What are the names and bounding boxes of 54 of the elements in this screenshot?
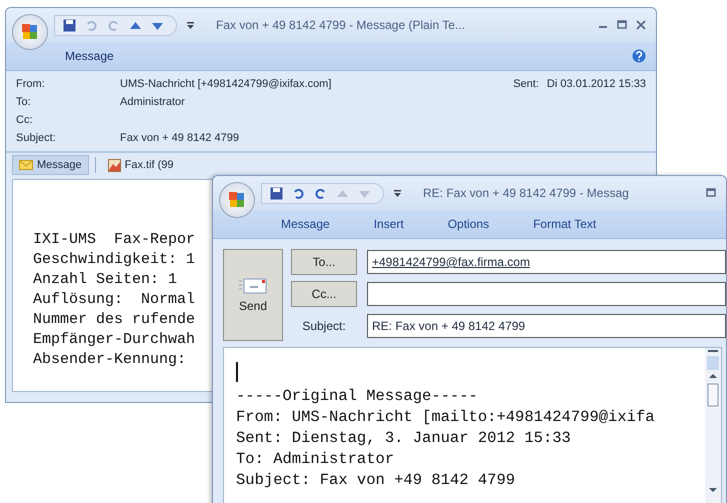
ribbon-tab[interactable]: Options xyxy=(444,215,494,233)
redo-icon[interactable] xyxy=(314,186,327,200)
cc-label: Cc: xyxy=(16,114,34,126)
ribbon-tab[interactable]: Message xyxy=(61,47,118,65)
cc-field[interactable] xyxy=(367,282,726,306)
ribbon-tab[interactable]: Insert xyxy=(370,215,408,233)
body-line: Nummer des rufende xyxy=(33,310,196,330)
envelope-icon xyxy=(19,160,33,170)
sent-label: Sent: xyxy=(513,78,539,90)
scrollbar[interactable] xyxy=(705,348,721,503)
to-button[interactable]: To... xyxy=(291,249,357,275)
save-icon[interactable] xyxy=(63,18,76,32)
body-line: To: Administrator xyxy=(236,449,394,470)
body-line: Anzahl Seiten: 1 xyxy=(33,270,178,290)
ribbon-tab[interactable]: Message xyxy=(277,215,334,233)
sent-value: Di 03.01.2012 15:33 xyxy=(546,78,646,90)
cc-button[interactable]: Cc... xyxy=(291,281,357,307)
attachment-tab[interactable]: Message xyxy=(12,155,89,175)
maximize-icon[interactable] xyxy=(706,188,716,198)
to-value: Administrator xyxy=(120,96,186,108)
office-logo-icon[interactable] xyxy=(219,182,255,218)
body-line: IXI-UMS Fax-Repor xyxy=(33,230,196,250)
window-title: RE: Fax von + 49 8142 4799 - Messag xyxy=(423,186,629,200)
body-line: Auflösung: Normal xyxy=(33,290,196,310)
subject-field[interactable]: RE: Fax von + 49 8142 4799 xyxy=(367,314,726,338)
from-label: From: xyxy=(16,78,46,90)
body-line: Geschwindigkeit: 1 xyxy=(33,250,196,270)
to-field[interactable]: +4981424799@fax.firma.com xyxy=(367,250,726,274)
help-icon[interactable] xyxy=(632,49,646,63)
image-file-icon xyxy=(108,158,121,172)
envelope-icon xyxy=(238,277,268,295)
customize-icon[interactable] xyxy=(187,20,194,30)
body-line: Sent: Dienstag, 3. Januar 2012 15:33 xyxy=(236,428,571,449)
attachment-tab[interactable]: Fax.tif (99 xyxy=(102,156,180,174)
body-line: Absender-Kennung: xyxy=(33,350,186,370)
ribbon-tab[interactable]: Format Text xyxy=(529,215,600,233)
subject-label: Subject: xyxy=(16,132,57,144)
window-title: Fax von + 49 8142 4799 - Message (Plain Te... xyxy=(216,18,465,32)
close-icon[interactable] xyxy=(636,20,646,30)
body-line: Subject: Fax von +49 8142 4799 xyxy=(236,470,516,491)
subject-label: Subject: xyxy=(301,319,347,333)
text-cursor xyxy=(236,362,238,382)
undo-icon[interactable] xyxy=(292,186,305,200)
maximize-icon[interactable] xyxy=(617,20,627,30)
customize-icon[interactable] xyxy=(394,188,401,198)
send-button[interactable]: Send xyxy=(223,249,283,341)
subject-value: Fax von + 49 8142 4799 xyxy=(120,132,240,144)
office-logo-icon[interactable] xyxy=(12,14,48,50)
body-line: Empfänger-Durchwah xyxy=(33,330,196,350)
body-line: -----Original Message----- xyxy=(236,386,478,407)
body-line: From: UMS-Nachricht [mailto:+4981424799@ixifa xyxy=(236,407,655,428)
to-label: To: xyxy=(16,96,32,108)
from-value: UMS-Nachricht [+4981424799@ixifax.com] xyxy=(120,78,332,90)
save-icon[interactable] xyxy=(270,186,283,200)
